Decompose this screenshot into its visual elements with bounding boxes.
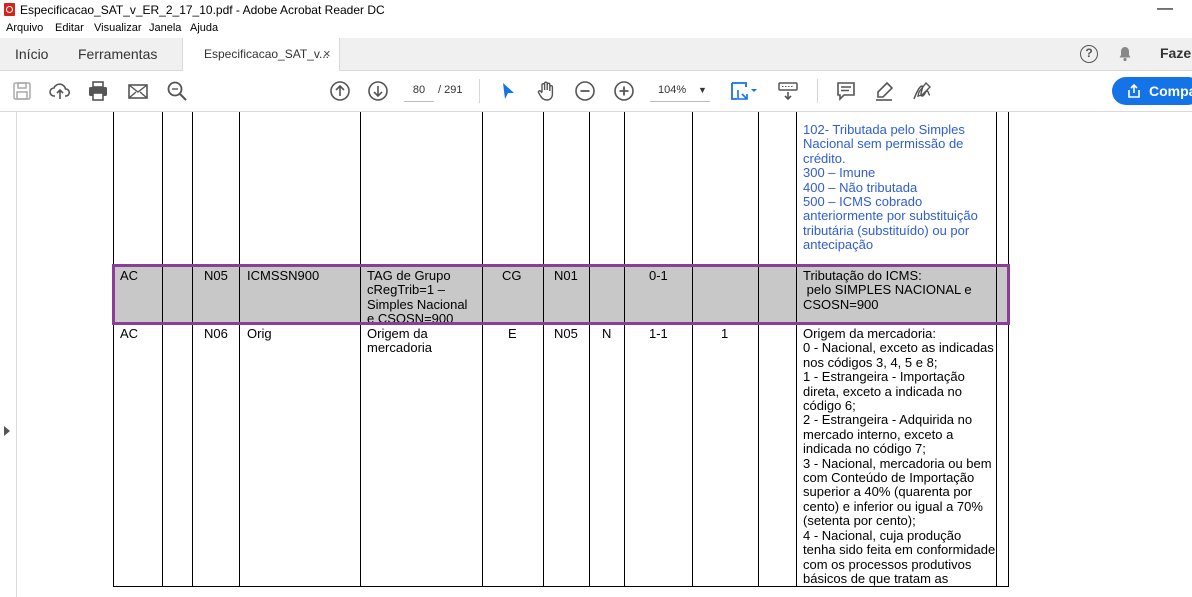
- table-border: [692, 112, 693, 586]
- tab-document[interactable]: Especificacao_SAT_v... ×: [182, 38, 340, 71]
- email-icon[interactable]: [127, 80, 149, 102]
- toolbar-divider: [479, 79, 480, 103]
- row-n06-size: 1: [721, 326, 729, 341]
- search-icon[interactable]: [166, 80, 188, 102]
- document-view[interactable]: 102- Tributada pelo Simples Nacional sem…: [17, 112, 1192, 597]
- table-border: [796, 112, 797, 586]
- highlight-pen-icon[interactable]: [873, 80, 895, 102]
- menu-visualizar[interactable]: Visualizar: [94, 22, 142, 34]
- page-number-input[interactable]: 80: [404, 80, 434, 102]
- zoom-out-icon[interactable]: [574, 80, 596, 102]
- tab-home[interactable]: Início: [15, 38, 48, 70]
- select-cursor-icon[interactable]: [497, 80, 519, 102]
- table-border: [113, 112, 114, 586]
- row-n06-element: E: [508, 326, 517, 341]
- zoom-in-icon[interactable]: [613, 80, 635, 102]
- table-border: [162, 112, 163, 586]
- comment-icon[interactable]: [835, 80, 857, 102]
- tab-bar: Início Ferramentas Especificacao_SAT_v..…: [0, 38, 1192, 71]
- previous-page-icon[interactable]: [329, 80, 351, 102]
- table-border: [589, 112, 590, 586]
- table-border: [624, 112, 625, 586]
- page-fit-icon[interactable]: [729, 80, 759, 102]
- menu-ajuda[interactable]: Ajuda: [190, 22, 218, 34]
- acrobat-pdf-icon: [4, 3, 15, 16]
- row-n06-id: N06: [204, 326, 228, 341]
- toolbar: 80 / 291 104% ▼ Compa: [0, 71, 1192, 112]
- row-n06-field: Orig: [247, 326, 272, 341]
- row-n06-type: N: [602, 326, 612, 341]
- menu-editar[interactable]: Editar: [55, 22, 84, 34]
- menu-bar: Arquivo Editar Visualizar Janela Ajuda: [0, 20, 1192, 38]
- table-border: [482, 112, 483, 586]
- zoom-select[interactable]: 104% ▼: [650, 80, 710, 102]
- next-page-icon[interactable]: [367, 80, 389, 102]
- row-n06-parent: N05: [554, 326, 578, 341]
- scroll-mode-icon[interactable]: [777, 80, 799, 102]
- expand-panel-icon[interactable]: [4, 426, 10, 436]
- share-button-label: Compa: [1149, 83, 1192, 99]
- table-border: [1008, 112, 1009, 586]
- hand-tool-icon[interactable]: [535, 80, 557, 102]
- zoom-value: 104%: [658, 84, 687, 96]
- table-border: [543, 112, 544, 586]
- minimize-button[interactable]: —: [1157, 0, 1173, 18]
- print-icon[interactable]: [87, 80, 109, 102]
- top-row-description: 102- Tributada pelo Simples Nacional sem…: [803, 122, 978, 253]
- table-border: [239, 112, 240, 586]
- save-icon[interactable]: [11, 80, 33, 102]
- close-tab-icon[interactable]: ×: [323, 46, 331, 61]
- table-border: [758, 112, 759, 586]
- menu-janela[interactable]: Janela: [149, 22, 181, 34]
- help-icon[interactable]: ?: [1080, 45, 1098, 63]
- page-total: / 291: [438, 84, 463, 96]
- row-n06-occurrence: 1-1: [649, 326, 668, 341]
- highlight-selection-box: [112, 264, 1010, 325]
- chevron-down-icon: ▼: [698, 85, 707, 95]
- toolbar-divider: [817, 79, 818, 103]
- tab-tools[interactable]: Ferramentas: [78, 38, 157, 70]
- left-panel: [0, 112, 17, 597]
- menu-arquivo[interactable]: Arquivo: [6, 22, 43, 34]
- table-border: [996, 112, 997, 586]
- document-tab-label: Especificacao_SAT_v...: [204, 47, 329, 61]
- table-border: [360, 112, 361, 586]
- upload-icon[interactable]: [49, 80, 71, 102]
- notification-bell-icon[interactable]: [1117, 46, 1133, 62]
- sign-icon[interactable]: [911, 80, 933, 102]
- row-n06-description: Origem da mercadoria: 0 - Nacional, exce…: [803, 326, 996, 586]
- share-partial-label[interactable]: Faze: [1160, 45, 1191, 61]
- share-icon: [1128, 83, 1140, 98]
- share-button[interactable]: Compa: [1112, 77, 1192, 105]
- row-n06-description-short: Origem da mercadoria: [367, 326, 433, 356]
- row-n06-group: AC: [120, 326, 139, 341]
- title-bar: Especificacao_SAT_v_ER_2_17_10.pdf - Ado…: [0, 0, 1192, 20]
- table-border: [192, 112, 193, 586]
- window-title: Especificacao_SAT_v_ER_2_17_10.pdf - Ado…: [20, 3, 385, 17]
